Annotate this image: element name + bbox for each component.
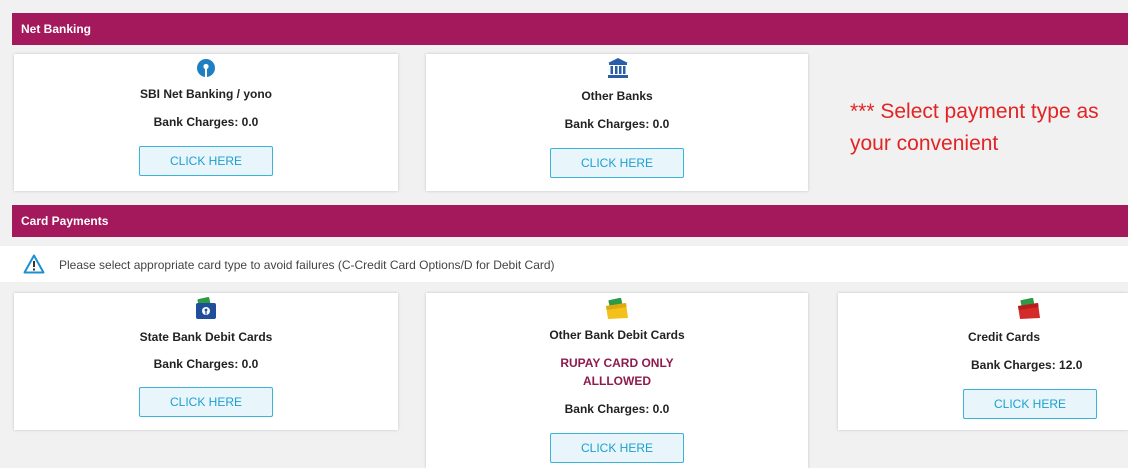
card-title: SBI Net Banking / yono — [139, 87, 272, 101]
card-title: Credit Cards — [968, 330, 1041, 344]
other-banks-click-button[interactable]: CLICK HERE — [550, 148, 684, 178]
card-title: State Bank Debit Cards — [139, 330, 273, 344]
card-payments-title: Card Payments — [21, 214, 109, 228]
other-bank-debit-card: Other Bank Debit Cards RUPAY CARD ONLY A… — [426, 293, 808, 468]
rupay-only-note: RUPAY CARD ONLY ALLLOWED — [560, 356, 674, 388]
bank-charges: Bank Charges: 0.0 — [153, 357, 259, 371]
card-type-notice: Please select appropriate card type to a… — [0, 246, 1128, 282]
yellow-card-wallet-icon — [604, 297, 630, 325]
sbi-net-banking-click-button[interactable]: CLICK HERE — [139, 146, 273, 176]
card-title: Other Banks — [581, 89, 653, 103]
state-bank-debit-click-button[interactable]: CLICK HERE — [139, 387, 273, 417]
bank-building-icon — [607, 57, 629, 84]
net-banking-header: Net Banking — [12, 13, 1128, 45]
credit-card-card: Credit Cards Bank Charges: 12.0 CLICK HE… — [838, 293, 1128, 430]
payment-instruction-text: *** Select payment type as your convenie… — [850, 100, 1099, 155]
warning-triangle-icon — [23, 254, 45, 279]
bank-charges: Bank Charges: 0.0 — [153, 115, 259, 129]
net-banking-title: Net Banking — [21, 22, 92, 36]
sbi-logo-icon — [196, 58, 216, 83]
notice-text: Please select appropriate card type to a… — [59, 258, 555, 272]
card-payments-header: Card Payments — [12, 205, 1128, 237]
credit-cards-click-button[interactable]: CLICK HERE — [963, 389, 1097, 419]
bank-charges: Bank Charges: 12.0 — [971, 358, 1083, 372]
sbi-card-wallet-icon — [194, 297, 218, 326]
sbi-net-banking-card: SBI Net Banking / yono Bank Charges: 0.0… — [14, 54, 398, 191]
bank-charges: Bank Charges: 0.0 — [564, 402, 670, 416]
state-bank-debit-card: State Bank Debit Cards Bank Charges: 0.0… — [14, 293, 398, 430]
other-bank-debit-click-button[interactable]: CLICK HERE — [550, 433, 684, 463]
other-banks-card: Other Banks Bank Charges: 0.0 CLICK HERE — [426, 54, 808, 191]
red-card-wallet-icon — [1016, 297, 1042, 325]
bank-charges: Bank Charges: 0.0 — [564, 117, 670, 131]
card-title: Other Bank Debit Cards — [549, 328, 685, 342]
